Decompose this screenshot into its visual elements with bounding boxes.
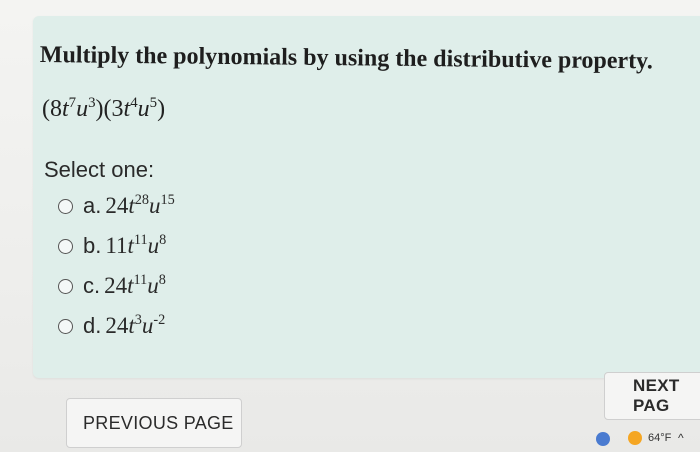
weather-widget[interactable]: 64°F (628, 431, 671, 445)
select-one-label: Select one: (44, 157, 155, 182)
option-letter: c. (83, 273, 101, 298)
option-answer: 11t11u8 (105, 232, 167, 258)
radio-button[interactable] (58, 238, 73, 254)
option-letter: b. (83, 233, 102, 258)
sun-icon (628, 431, 642, 445)
option-b[interactable]: b. 11t11u8 (58, 231, 166, 261)
taskbar (0, 430, 700, 452)
weather-temperature: 64°F (648, 432, 672, 444)
radio-button[interactable] (58, 318, 73, 334)
option-answer: 24t11u8 (104, 272, 166, 298)
option-letter: d. (83, 313, 102, 338)
radio-button[interactable] (58, 198, 73, 214)
next-page-button[interactable]: NEXT PAG (604, 372, 700, 420)
option-letter: a. (83, 193, 102, 218)
chevron-up-icon[interactable]: ^ (678, 431, 684, 445)
app-icon[interactable] (596, 432, 610, 446)
polynomial-expression: (8t7u3)(3t4u5) (42, 94, 166, 122)
option-c[interactable]: c. 24t11u8 (58, 271, 166, 301)
option-d[interactable]: d. 24t3u-2 (58, 311, 165, 341)
option-a[interactable]: a. 24t28u15 (58, 191, 175, 221)
option-answer: 24t3u-2 (105, 312, 166, 338)
option-answer: 24t28u15 (105, 192, 175, 218)
radio-button[interactable] (58, 278, 73, 294)
